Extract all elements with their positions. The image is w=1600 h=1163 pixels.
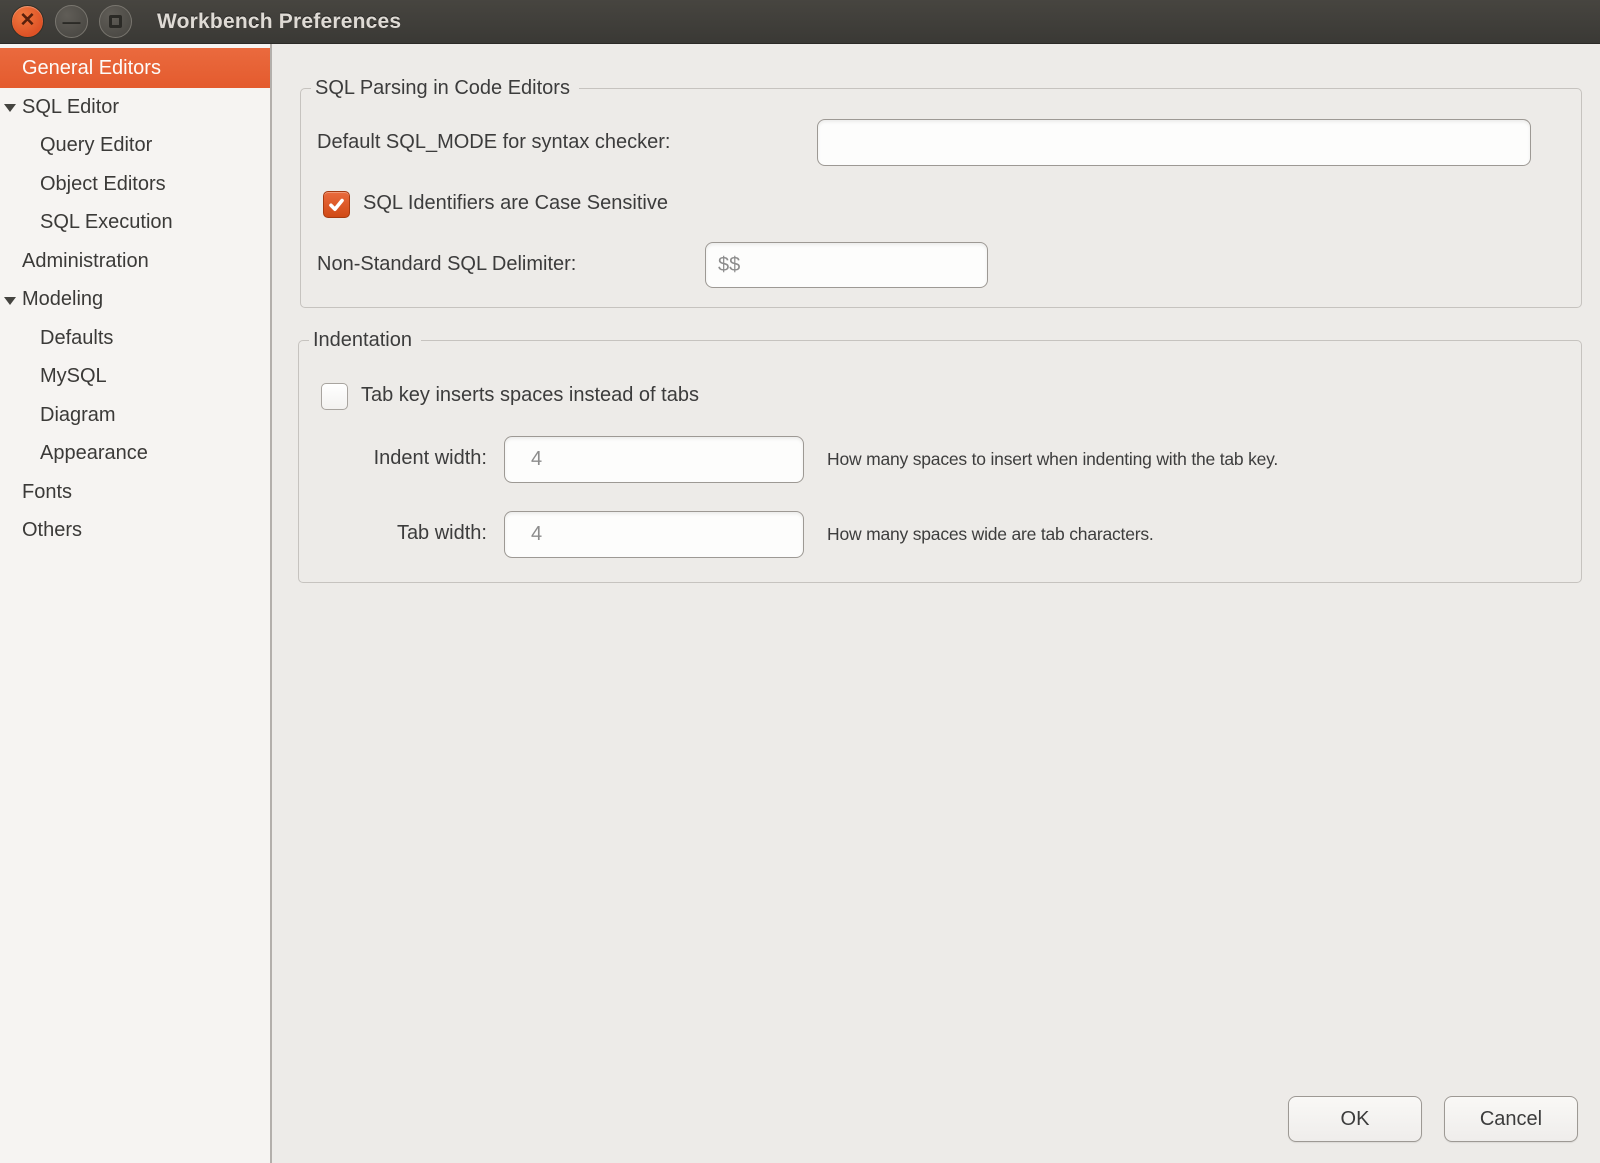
indent-width-help: How many spaces to insert when indenting…	[827, 449, 1278, 470]
indent-width-input[interactable]	[504, 436, 804, 483]
delimiter-input[interactable]	[705, 242, 988, 288]
group-title: SQL Parsing in Code Editors	[311, 75, 579, 102]
tab-spaces-checkbox[interactable]	[321, 383, 348, 410]
sidebar-item-label: SQL Execution	[40, 211, 173, 234]
sidebar-item-label: Diagram	[40, 404, 116, 427]
sidebar-item-label: MySQL	[40, 365, 107, 388]
sql-mode-label: Default SQL_MODE for syntax checker:	[317, 131, 670, 154]
sidebar-item-appearance[interactable]: Appearance	[0, 435, 270, 474]
sql-parsing-group: SQL Parsing in Code Editors Default SQL_…	[300, 88, 1582, 308]
tab-width-label: Tab width:	[315, 522, 487, 545]
sidebar-item-mysql[interactable]: MySQL	[0, 358, 270, 397]
case-sensitive-checkbox[interactable]	[323, 191, 350, 218]
sidebar-item-label: Administration	[22, 250, 149, 273]
sidebar-item-label: Object Editors	[40, 173, 166, 196]
minimize-button[interactable]: —	[55, 5, 88, 38]
sidebar-item-label: Others	[22, 519, 82, 542]
maximize-button[interactable]	[99, 5, 132, 38]
sidebar-item-label: Appearance	[40, 442, 148, 465]
sidebar-item-administration[interactable]: Administration	[0, 242, 270, 281]
sidebar-item-object-editors[interactable]: Object Editors	[0, 165, 270, 204]
indentation-group: Indentation Tab key inserts spaces inste…	[298, 340, 1582, 583]
expander-arrow-icon[interactable]	[4, 297, 16, 305]
delimiter-label: Non-Standard SQL Delimiter:	[317, 253, 576, 276]
close-icon: ✕	[20, 11, 36, 30]
sidebar-item-label: General Editors	[22, 57, 161, 80]
expander-arrow-icon[interactable]	[4, 104, 16, 112]
sidebar-item-general-editors[interactable]: General Editors	[0, 48, 270, 88]
workbench-preferences-window: ✕ — Workbench Preferences General Editor…	[0, 0, 1600, 1163]
sidebar-item-defaults[interactable]: Defaults	[0, 319, 270, 358]
sidebar-item-sql-editor[interactable]: SQL Editor	[0, 88, 270, 127]
indent-width-label: Indent width:	[315, 447, 487, 470]
tab-width-input[interactable]	[504, 511, 804, 558]
sidebar-item-label: Modeling	[22, 288, 103, 311]
titlebar: ✕ — Workbench Preferences	[0, 0, 1600, 44]
tab-spaces-label[interactable]: Tab key inserts spaces instead of tabs	[361, 384, 699, 407]
sidebar-item-sql-execution[interactable]: SQL Execution	[0, 204, 270, 243]
group-title: Indentation	[309, 327, 421, 354]
sql-mode-input[interactable]	[817, 119, 1531, 166]
sidebar-item-fonts[interactable]: Fonts	[0, 473, 270, 512]
case-sensitive-label[interactable]: SQL Identifiers are Case Sensitive	[363, 192, 668, 215]
sidebar-item-label: Query Editor	[40, 134, 152, 157]
minimize-icon: —	[63, 13, 81, 31]
sidebar-item-label: Fonts	[22, 481, 72, 504]
preferences-sidebar: General Editors SQL Editor Query Editor …	[0, 44, 272, 1163]
checkmark-icon	[327, 195, 346, 214]
window-title: Workbench Preferences	[157, 10, 401, 34]
sidebar-item-label: SQL Editor	[22, 96, 119, 119]
sidebar-item-diagram[interactable]: Diagram	[0, 396, 270, 435]
tab-width-help: How many spaces wide are tab characters.	[827, 524, 1154, 545]
sidebar-item-label: Defaults	[40, 327, 113, 350]
cancel-button[interactable]: Cancel	[1444, 1096, 1578, 1142]
sidebar-item-modeling[interactable]: Modeling	[0, 281, 270, 320]
preferences-main-panel: SQL Parsing in Code Editors Default SQL_…	[274, 44, 1600, 1163]
sidebar-item-query-editor[interactable]: Query Editor	[0, 127, 270, 166]
close-button[interactable]: ✕	[11, 5, 44, 38]
maximize-icon	[109, 15, 122, 28]
ok-button[interactable]: OK	[1288, 1096, 1422, 1142]
sidebar-item-others[interactable]: Others	[0, 512, 270, 551]
